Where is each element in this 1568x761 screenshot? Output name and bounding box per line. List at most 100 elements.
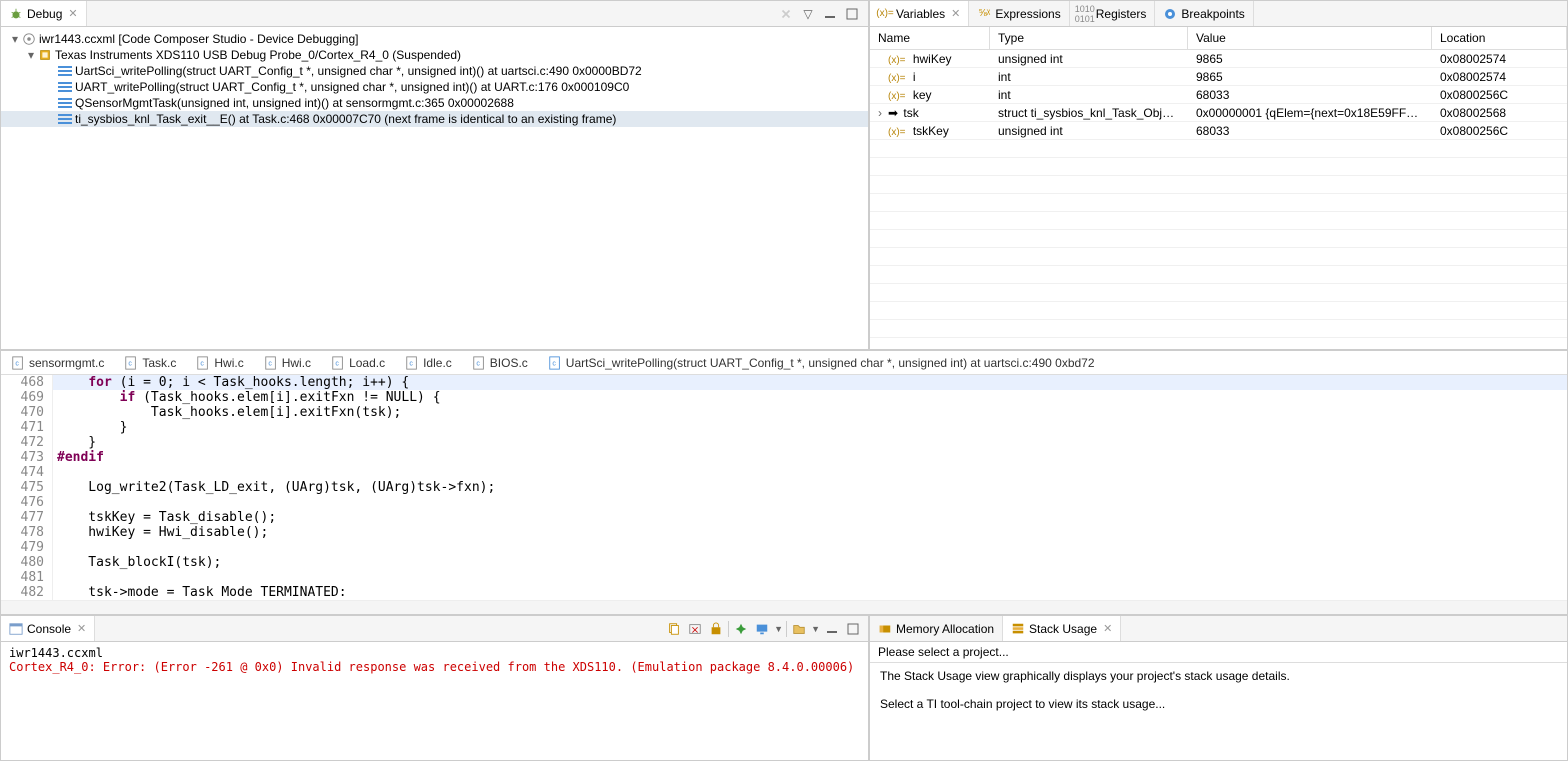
editor-tab[interactable]: c Hwi.c: [186, 353, 253, 373]
editor-tab-label: UartSci_writePolling(struct UART_Config_…: [566, 356, 1095, 370]
col-header-type[interactable]: Type: [990, 27, 1188, 49]
editor-tab-label: Hwi.c: [214, 356, 243, 370]
tab-registers[interactable]: 10100101 Registers: [1070, 1, 1156, 26]
table-row: [870, 248, 1567, 266]
horizontal-scrollbar[interactable]: [1, 600, 1567, 614]
editor-area[interactable]: 4684694704714724734744754764774784794804…: [1, 375, 1567, 600]
table-row: [870, 338, 1567, 349]
svg-text:c: c: [476, 360, 480, 367]
tab-expressions[interactable]: ⅝ᵡ Expressions: [969, 1, 1069, 26]
var-location: 0x08002574: [1432, 69, 1567, 85]
table-row: [870, 158, 1567, 176]
table-row: [870, 176, 1567, 194]
close-icon[interactable]: ✕: [1103, 622, 1112, 635]
stack-frame-icon: [57, 64, 73, 78]
table-row[interactable]: (x)= iint98650x08002574: [870, 68, 1567, 86]
editor-tab-label: Task.c: [142, 356, 176, 370]
col-header-value[interactable]: Value: [1188, 27, 1432, 49]
breakpoint-icon: [1163, 7, 1177, 21]
var-name: (x)= i: [870, 69, 990, 85]
c-file-icon: c: [548, 356, 562, 370]
stack-frame[interactable]: UartSci_writePolling(struct UART_Config_…: [1, 63, 868, 79]
expression-icon: ⅝ᵡ: [977, 7, 991, 21]
pin-icon[interactable]: [732, 620, 750, 638]
console-body[interactable]: iwr1443.ccxml Cortex_R4_0: Error: (Error…: [1, 642, 868, 760]
copy-icon[interactable]: [665, 620, 683, 638]
var-name: (x)= key: [870, 87, 990, 103]
editor-tab[interactable]: c UartSci_writePolling(struct UART_Config…: [538, 353, 1105, 373]
editor-tab[interactable]: cIdle.c: [395, 353, 462, 373]
var-value: 9865: [1188, 69, 1432, 85]
var-value: 9865: [1188, 51, 1432, 67]
tab-variables[interactable]: (x)= Variables ✕: [870, 1, 969, 26]
tab-breakpoints[interactable]: Breakpoints: [1155, 1, 1253, 26]
tab-memory-allocation[interactable]: Memory Allocation: [870, 616, 1003, 641]
tab-debug[interactable]: Debug ✕: [1, 1, 87, 26]
svg-text:c: c: [129, 360, 133, 367]
var-location: 0x0800256C: [1432, 87, 1567, 103]
code-area[interactable]: for (i = 0; i < Task_hooks.length; i++) …: [53, 375, 1567, 600]
maximize-icon[interactable]: [844, 6, 860, 22]
scroll-lock-icon[interactable]: [707, 620, 725, 638]
var-location: 0x0800256C: [1432, 123, 1567, 139]
stack-frame[interactable]: ti_sysbios_knl_Task_exit__E() at Task.c:…: [1, 111, 868, 127]
tab-console[interactable]: Console ✕: [1, 616, 95, 641]
debug-panel: Debug ✕ ▽ ▾: [0, 0, 869, 350]
stack-frame[interactable]: UART_writePolling(struct UART_Config_t *…: [1, 79, 868, 95]
table-row[interactable]: (x)= hwiKeyunsigned int98650x08002574: [870, 50, 1567, 68]
editor-tab[interactable]: c sensormgmt.c: [1, 353, 114, 373]
editor-tab-label: sensormgmt.c: [29, 356, 104, 370]
table-row[interactable]: ›➡ tskstruct ti_sysbios_knl_Task_Object …: [870, 104, 1567, 122]
twisty-icon[interactable]: ▾: [25, 48, 37, 62]
table-row: [870, 320, 1567, 338]
dropdown-icon[interactable]: ▼: [811, 624, 820, 634]
dropdown-icon[interactable]: ▼: [774, 624, 783, 634]
console-tabbar: Console ✕ ▼ ▼: [1, 616, 868, 642]
table-row: [870, 302, 1567, 320]
table-row: [870, 212, 1567, 230]
display-icon[interactable]: [753, 620, 771, 638]
console-icon: [9, 622, 23, 636]
remove-icon[interactable]: [778, 6, 794, 22]
col-header-name[interactable]: Name: [870, 27, 990, 49]
editor-tab[interactable]: cLoad.c: [321, 353, 395, 373]
editor-panel: csensormgmt.ccTask.ccHwi.ccHwi.ccLoad.cc…: [0, 350, 1568, 615]
c-file-icon: c: [264, 356, 278, 370]
bottom-right-tabbar: Memory Allocation Stack Usage ✕: [870, 616, 1567, 642]
project-selector[interactable]: Please select a project...: [870, 642, 1567, 663]
editor-tab-label: BIOS.c: [490, 356, 528, 370]
tree-root[interactable]: ▾ iwr1443.ccxml [Code Composer Studio - …: [1, 31, 868, 47]
editor-tab[interactable]: c BIOS.c: [462, 353, 538, 373]
maximize-icon[interactable]: [844, 620, 862, 638]
tab-stack-usage[interactable]: Stack Usage ✕: [1003, 616, 1121, 641]
editor-tabbar: csensormgmt.ccTask.ccHwi.ccHwi.ccLoad.cc…: [1, 351, 1567, 375]
stack-frame[interactable]: QSensorMgmtTask(unsigned int, unsigned i…: [1, 95, 868, 111]
table-row[interactable]: (x)= keyint680330x0800256C: [870, 86, 1567, 104]
chip-icon: [37, 48, 53, 62]
open-icon[interactable]: [790, 620, 808, 638]
close-icon[interactable]: ✕: [68, 7, 77, 20]
minimize-icon[interactable]: [822, 6, 838, 22]
tree-probe[interactable]: ▾ Texas Instruments XDS110 USB Debug Pro…: [1, 47, 868, 63]
c-file-icon: c: [472, 356, 486, 370]
col-header-location[interactable]: Location: [1432, 27, 1567, 49]
svg-text:c: c: [201, 360, 205, 367]
svg-text:c: c: [409, 360, 413, 367]
c-file-icon: c: [124, 356, 138, 370]
table-row: [870, 266, 1567, 284]
variables-panel: (x)= Variables ✕ ⅝ᵡ Expressions 10100101…: [869, 0, 1568, 350]
svg-text:c: c: [15, 360, 19, 367]
editor-tab[interactable]: c Task.c: [114, 353, 186, 373]
close-icon[interactable]: ✕: [951, 7, 960, 20]
clear-icon[interactable]: [686, 620, 704, 638]
debug-tab-label: Debug: [27, 7, 62, 21]
table-row[interactable]: (x)= tskKeyunsigned int680330x0800256C: [870, 122, 1567, 140]
close-icon[interactable]: ✕: [77, 622, 86, 635]
minimize-icon[interactable]: [823, 620, 841, 638]
debug-tabbar: Debug ✕ ▽: [1, 1, 868, 27]
stack-frame-icon: [57, 96, 73, 110]
twisty-icon[interactable]: ▾: [9, 32, 21, 46]
editor-tab[interactable]: cHwi.c: [254, 353, 321, 373]
view-menu-icon[interactable]: ▽: [800, 6, 816, 22]
variables-table: Name Type Value Location (x)= hwiKeyunsi…: [870, 27, 1567, 349]
